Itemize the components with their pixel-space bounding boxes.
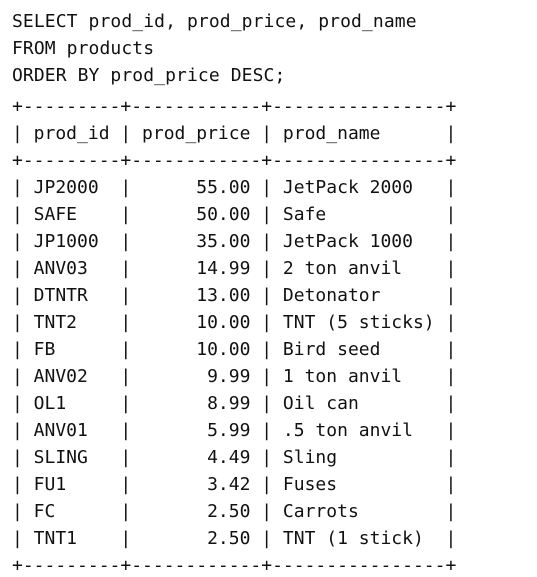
table-row: | SLING | 4.49 | Sling | [12,447,457,468]
table-row: | DTNTR | 13.00 | Detonator | [12,285,457,306]
table-border: +---------+------------+----------------… [12,96,457,117]
result-table: +---------+------------+----------------… [12,93,532,573]
table-row: | FC | 2.50 | Carrots | [12,501,457,522]
table-row: | JP1000 | 35.00 | JetPack 1000 | [12,231,457,252]
table-row: | FU1 | 3.42 | Fuses | [12,474,457,495]
table-row: | JP2000 | 55.00 | JetPack 2000 | [12,177,457,198]
query-line: ORDER BY prod_price DESC; [12,65,286,86]
sql-query: SELECT prod_id, prod_price, prod_name FR… [12,8,532,89]
table-border: +---------+------------+----------------… [12,150,457,171]
table-row: | ANV02 | 9.99 | 1 ton anvil | [12,366,457,387]
terminal-output: SELECT prod_id, prod_price, prod_name FR… [12,8,532,573]
query-line: FROM products [12,38,155,59]
table-row: | ANV01 | 5.99 | .5 ton anvil | [12,420,457,441]
table-header-row: | prod_id | prod_price | prod_name | [12,123,457,144]
table-row: | FB | 10.00 | Bird seed | [12,339,457,360]
table-row: | ANV03 | 14.99 | 2 ton anvil | [12,258,457,279]
table-border: +---------+------------+----------------… [12,555,457,573]
table-row: | OL1 | 8.99 | Oil can | [12,393,457,414]
table-row: | TNT1 | 2.50 | TNT (1 stick) | [12,528,457,549]
table-row: | SAFE | 50.00 | Safe | [12,204,457,225]
query-line: SELECT prod_id, prod_price, prod_name [12,11,417,32]
table-row: | TNT2 | 10.00 | TNT (5 sticks) | [12,312,457,333]
